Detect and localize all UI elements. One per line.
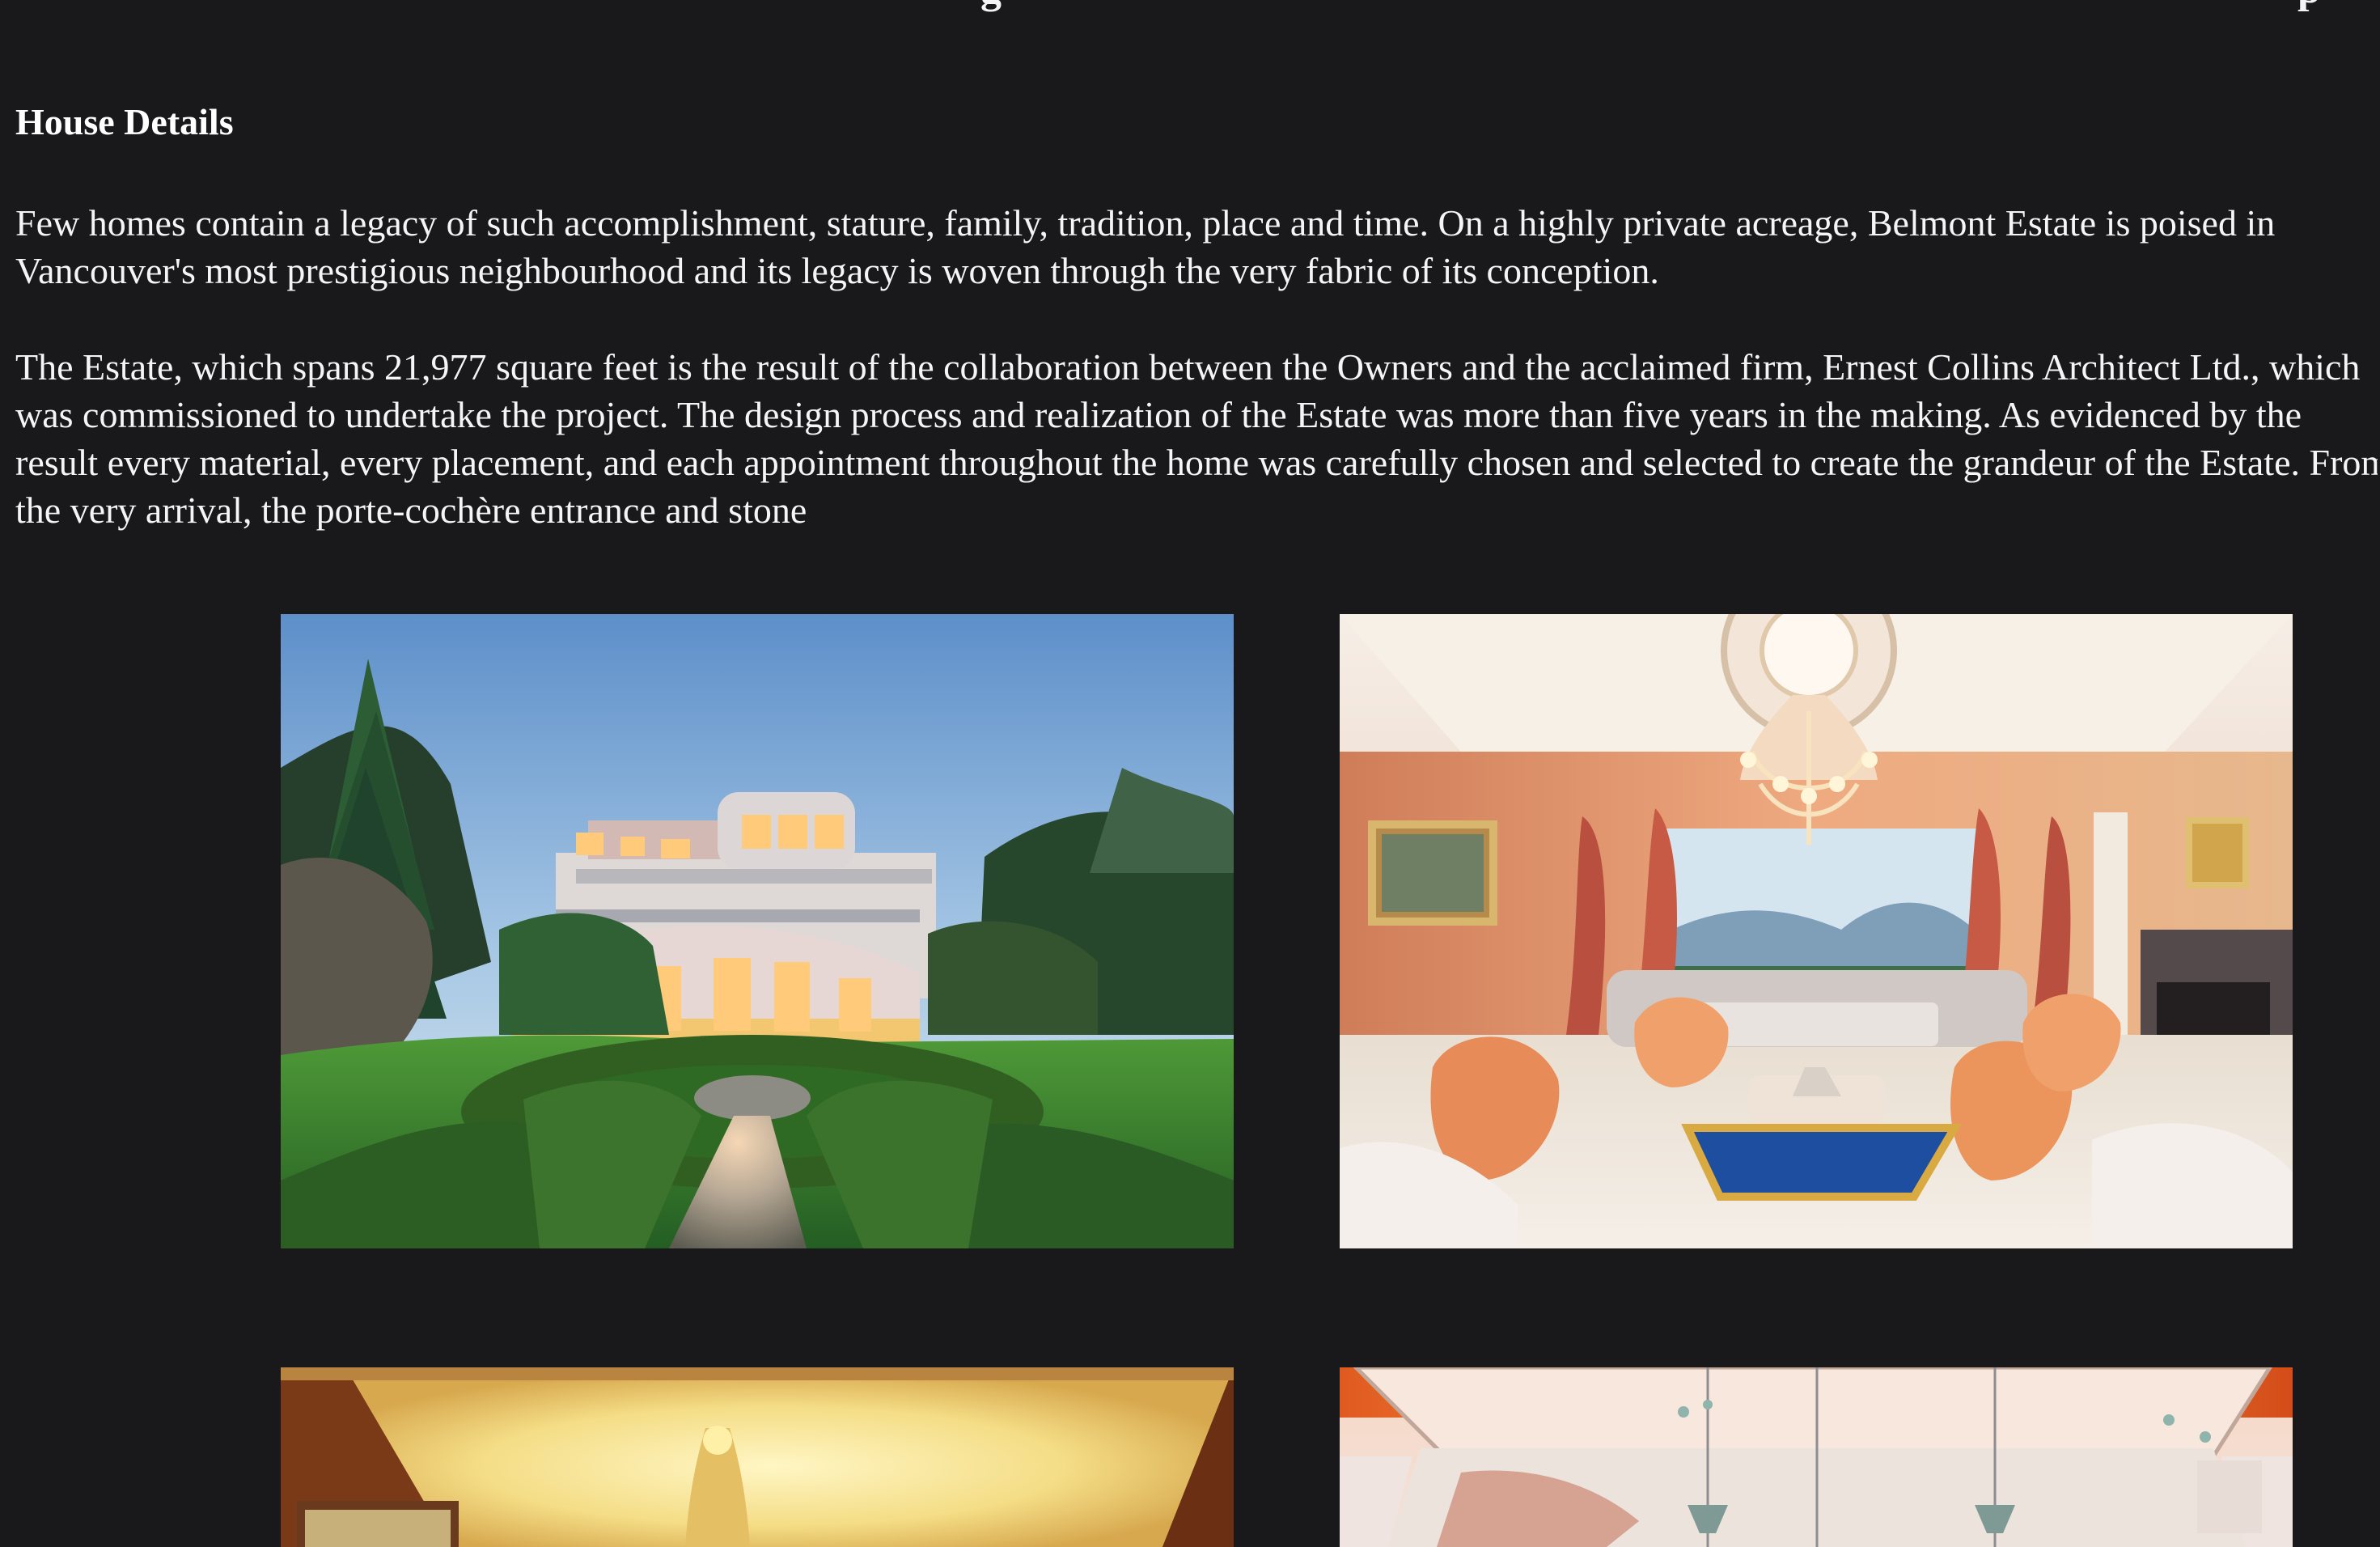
living-room-chandelier-image xyxy=(1340,614,2293,1248)
wood-paneled-room-photo xyxy=(281,1367,1234,1547)
estate-exterior-garden-photo xyxy=(281,614,1234,1248)
wood-paneled-room-image xyxy=(281,1367,1234,1547)
paragraph-line: The Estate, which spans 21,977 square fe… xyxy=(15,346,2361,388)
paragraph-line: Few homes contain a legacy of such accom… xyxy=(15,202,2276,244)
ornate-ceiling-room-photo xyxy=(1340,1367,2293,1547)
estate-description-paragraph: The Estate, which spans 21,977 square fe… xyxy=(15,343,2378,534)
paragraph-line: was commissioned to undertake the projec… xyxy=(15,394,2302,435)
house-intro-paragraph: Few homes contain a legacy of such accom… xyxy=(15,199,2378,295)
ornate-ceiling-room-image xyxy=(1340,1367,2293,1547)
section-title: House Details xyxy=(15,101,234,142)
paragraph-line: result every material, every placement, … xyxy=(15,442,2378,483)
paragraph-line: Vancouver's most prestigious neighbourho… xyxy=(15,250,1659,291)
living-room-chandelier-photo xyxy=(1340,614,2293,1248)
cropped-heading: g p xyxy=(0,0,2380,15)
paragraph-line: the very arrival, the porte-cochère entr… xyxy=(15,490,807,531)
estate-exterior-garden-image xyxy=(281,614,1234,1248)
